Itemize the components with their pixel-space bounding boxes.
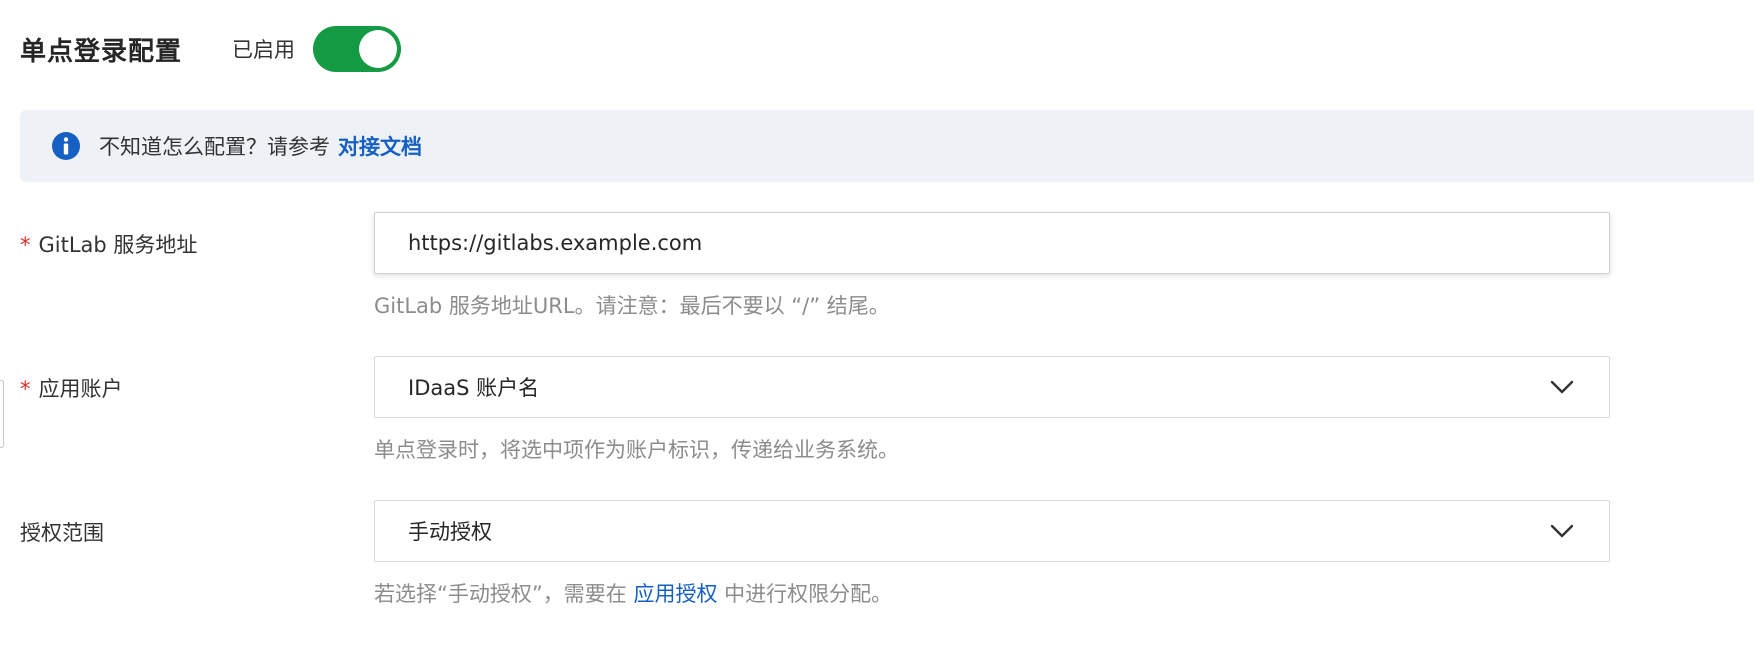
side-drawer-handle[interactable]	[0, 380, 4, 448]
app-account-label-text: 应用账户	[38, 377, 123, 401]
app-account-selected-value: IDaaS 账户名	[408, 376, 540, 400]
app-account-select[interactable]: IDaaS 账户名	[374, 356, 1610, 418]
app-account-label: * 应用账户	[20, 373, 123, 403]
auth-scope-help-prefix: 若选择“手动授权”，需要在	[374, 582, 627, 606]
info-icon	[51, 131, 81, 161]
required-mark: *	[20, 233, 31, 257]
auth-scope-selected-value: 手动授权	[408, 520, 492, 544]
gitlab-url-help: GitLab 服务地址URL。请注意：最后不要以 “/” 结尾。	[374, 294, 890, 318]
gitlab-url-label-text: GitLab 服务地址	[38, 233, 198, 257]
required-mark: *	[20, 377, 31, 401]
auth-scope-label: 授权范围	[20, 521, 104, 545]
gitlab-url-field[interactable]	[374, 212, 1610, 274]
gitlab-url-label: * GitLab 服务地址	[20, 229, 197, 259]
toggle-knob	[359, 30, 398, 68]
chevron-down-icon	[1549, 379, 1575, 395]
header: 单点登录配置 已启用	[20, 24, 402, 74]
auth-scope-select[interactable]: 手动授权	[374, 500, 1610, 562]
app-authorization-link[interactable]: 应用授权	[633, 582, 717, 606]
sso-enable-toggle[interactable]	[313, 26, 402, 72]
info-banner-text: 不知道怎么配置？请参考	[99, 135, 330, 159]
chevron-down-icon	[1549, 523, 1575, 539]
app-account-help: 单点登录时，将选中项作为账户标识，传递给业务系统。	[374, 438, 899, 462]
sso-status-label: 已启用	[232, 38, 296, 62]
info-banner: 不知道怎么配置？请参考 对接文档	[20, 110, 1754, 182]
auth-scope-help: 若选择“手动授权”，需要在 应用授权 中进行权限分配。	[374, 578, 892, 608]
gitlab-url-input[interactable]	[408, 231, 1558, 255]
page-title: 单点登录配置	[20, 36, 183, 67]
integration-docs-link[interactable]: 对接文档	[338, 131, 422, 161]
auth-scope-help-suffix: 中进行权限分配。	[724, 582, 893, 606]
